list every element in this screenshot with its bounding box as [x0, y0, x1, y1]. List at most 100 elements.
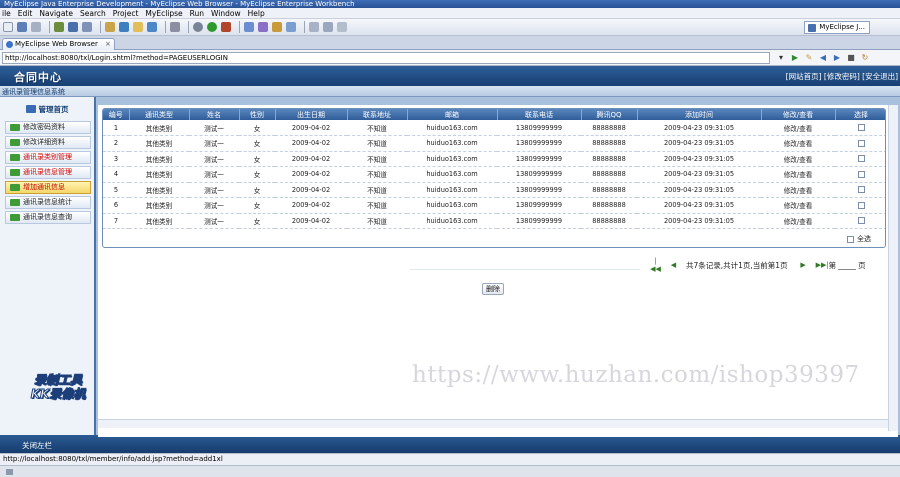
menu-item[interactable]: MyEclipse	[145, 9, 182, 18]
deploy-icon[interactable]	[82, 22, 92, 32]
delete-button[interactable]: 删除	[482, 283, 504, 295]
menu-item[interactable]: Run	[190, 9, 204, 18]
table-cell: 测试一	[189, 197, 239, 214]
table-row[interactable]: 1 其他类别 测试一女 2009-04-02 不知道 huiduo163.com 13809…	[103, 120, 885, 136]
row-checkbox[interactable]	[857, 217, 865, 225]
menu-item[interactable]: Navigate	[39, 9, 73, 18]
debug-icon[interactable]	[54, 22, 64, 32]
sidebar-item-info-manage[interactable]: 通讯录信息管理	[5, 166, 91, 179]
edit-view-link[interactable]: 修改/查看	[761, 120, 835, 136]
table-row[interactable]: 2 其他类别 测试一女 2009-04-02 不知道 huiduo163.com 13809…	[103, 135, 885, 152]
first-page-icon[interactable]: |◀◀	[650, 257, 661, 273]
go-icon[interactable]: ▶	[790, 53, 800, 63]
table-cell: 13809999999	[497, 135, 581, 152]
back-icon[interactable]: ◀	[818, 53, 828, 63]
search-icon[interactable]	[286, 22, 296, 32]
horizontal-scrollbar[interactable]	[98, 419, 888, 428]
menu-item[interactable]: Window	[211, 9, 241, 18]
contact-table: 编号 通讯类型 姓名 性别 出生日期 联系地址 邮箱 联系电话 腾讯QQ 添加时间 修改/查看 选择 …	[103, 109, 885, 229]
forward-icon[interactable]	[337, 22, 347, 32]
row-checkbox[interactable]	[857, 201, 865, 209]
page-number-input[interactable]	[838, 260, 857, 270]
edit-view-link[interactable]: 修改/查看	[761, 182, 835, 198]
open-type-icon[interactable]	[272, 22, 282, 32]
sidebar-item-statistics[interactable]: 通讯录信息统计	[5, 196, 91, 209]
table-cell: 不知道	[347, 166, 407, 183]
table-row[interactable]: 4 其他类别 测试一女 2009-04-02 不知道 huiduo163.com 13809…	[103, 166, 885, 183]
table-header-row: 编号 通讯类型 姓名 性别 出生日期 联系地址 邮箱 联系电话 腾讯QQ 添加时间 修改/查看 选择	[103, 109, 885, 120]
prev-page-icon[interactable]: ◀	[668, 261, 679, 269]
new-file-icon[interactable]	[3, 22, 13, 32]
edit-view-link[interactable]: 修改/查看	[761, 197, 835, 214]
bookmark-icon[interactable]: ✎	[804, 53, 814, 63]
edit-view-link[interactable]: 修改/查看	[761, 166, 835, 183]
browser-icon[interactable]	[147, 22, 157, 32]
table-cell: 不知道	[347, 135, 407, 152]
row-checkbox[interactable]	[857, 124, 865, 131]
edit-view-link[interactable]: 修改/查看	[761, 135, 835, 152]
gear-icon[interactable]	[193, 22, 203, 32]
database-icon[interactable]	[170, 22, 180, 32]
folder-icon	[10, 184, 20, 191]
last-page-icon[interactable]: ▶▶|	[816, 261, 829, 269]
save-icon[interactable]	[17, 22, 27, 32]
external-tools-icon[interactable]	[221, 22, 231, 32]
sidebar-item-edit-profile[interactable]: 修改详细资料	[5, 136, 91, 149]
folder-icon	[10, 139, 20, 146]
column-header: 性别	[239, 109, 276, 120]
select-all[interactable]: 全选	[847, 234, 871, 244]
table-row[interactable]: 5 其他类别 测试一女 2009-04-02 不知道 huiduo163.com 13809…	[103, 182, 885, 198]
vertical-scrollbar[interactable]	[888, 105, 898, 431]
sidebar-item-change-password[interactable]: 修改密码资料	[5, 121, 91, 134]
refresh-icon[interactable]: ↻	[860, 53, 870, 63]
sidebar-home[interactable]: 管理首页	[0, 103, 94, 117]
sidebar-item-add-info[interactable]: 增加通讯信息	[5, 181, 91, 194]
contact-table-panel: 编号 通讯类型 姓名 性别 出生日期 联系地址 邮箱 联系电话 腾讯QQ 添加时间 修改/查看 选择 …	[102, 108, 886, 248]
column-header: 通讯类型	[129, 109, 190, 120]
package-icon[interactable]	[105, 22, 115, 32]
next-page-icon[interactable]: ▶	[798, 261, 809, 269]
dropdown-icon[interactable]: ▾	[776, 53, 786, 63]
menu-item[interactable]: ile	[2, 9, 11, 18]
table-row[interactable]: 6 其他类别 测试一女 2009-04-02 不知道 huiduo163.com 13809…	[103, 197, 885, 214]
select-cell	[835, 197, 885, 214]
forward-icon[interactable]: ▶	[832, 53, 842, 63]
sidebar-item-category-manage[interactable]: 通讯录类别管理	[5, 151, 91, 164]
table-row[interactable]: 7 其他类别 测试一女 2009-04-02 不知道 huiduo163.com 13809…	[103, 213, 885, 229]
menu-item[interactable]: Edit	[18, 9, 33, 18]
close-sidebar-link[interactable]: 关闭左栏	[22, 440, 52, 451]
table-row[interactable]: 3 其他类别 测试一女 2009-04-02 不知道 huiduo163.com 13809…	[103, 151, 885, 167]
class-icon[interactable]	[119, 22, 129, 32]
table-cell: 13809999999	[497, 197, 581, 214]
row-checkbox[interactable]	[857, 155, 865, 163]
sidebar-item-query[interactable]: 通讯录信息查询	[5, 211, 91, 224]
server-icon[interactable]	[68, 22, 78, 32]
menu-item[interactable]: Project	[113, 9, 139, 18]
perspective-switcher[interactable]: MyEclipse J...	[804, 21, 870, 34]
select-all-checkbox[interactable]	[847, 235, 854, 243]
row-checkbox[interactable]	[857, 139, 865, 147]
edit-view-link[interactable]: 修改/查看	[761, 213, 835, 229]
row-checkbox[interactable]	[857, 186, 865, 194]
folder-icon[interactable]	[133, 22, 143, 32]
tab-web-browser[interactable]: MyEclipse Web Browser ×	[2, 38, 115, 50]
row-checkbox[interactable]	[857, 170, 865, 178]
new-class-icon[interactable]	[244, 22, 254, 32]
close-icon[interactable]: ×	[105, 39, 111, 50]
url-input[interactable]	[2, 52, 770, 64]
run-icon[interactable]	[207, 22, 217, 32]
menu-item[interactable]: Search	[80, 9, 106, 18]
edit-view-link[interactable]: 修改/查看	[761, 151, 835, 167]
back-icon[interactable]	[323, 22, 333, 32]
annotation-icon[interactable]	[309, 22, 319, 32]
table-cell: 2009-04-23 09:31:05	[637, 166, 761, 183]
folder-icon	[10, 199, 20, 206]
new-interface-icon[interactable]	[258, 22, 268, 32]
column-header: 修改/查看	[761, 109, 836, 120]
stop-icon[interactable]: ■	[846, 53, 856, 63]
recorder-logo-line: 录制工具	[33, 373, 82, 388]
print-icon[interactable]	[31, 22, 41, 32]
user-links[interactable]: [网站首页] [修改密码] [安全退出]	[786, 71, 898, 82]
table-cell: 测试一	[189, 213, 239, 229]
menu-item[interactable]: Help	[248, 9, 265, 18]
